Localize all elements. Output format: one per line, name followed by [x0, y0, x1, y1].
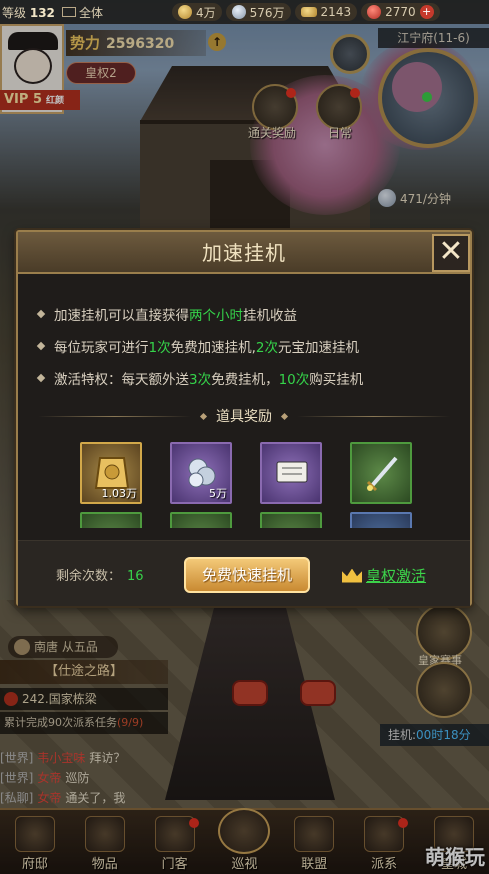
top-status-bar: 等级 132 全体 4万 576万 2143 2770 + [0, 0, 489, 24]
rewards-divider: 道具奖励 [38, 404, 450, 428]
level-label: 等级 [2, 5, 27, 20]
rule-highlight: 2次 [255, 340, 278, 356]
reward-item[interactable] [260, 512, 322, 528]
food-currency[interactable]: 4万 [172, 3, 222, 21]
scroll-book-icon [276, 461, 308, 483]
rule-text: 元宝加速挂机 [277, 340, 359, 356]
rule-highlight: 3次 [189, 372, 212, 388]
reward-item[interactable]: 1.03万 [80, 442, 142, 504]
reward-item[interactable] [170, 512, 232, 528]
rule-highlight: 1次 [148, 340, 171, 356]
crown-icon [342, 568, 362, 583]
rule-text: 免费加速挂机, [170, 340, 256, 356]
silver-icon [231, 5, 246, 19]
remaining-value: 16 [127, 569, 144, 584]
chat-channel-selector[interactable]: 全体 [62, 4, 172, 21]
rule-item: 每位玩家可进行 1次 免费加速挂机, 2次 元宝加速挂机 [36, 330, 458, 362]
red-gem-icon [367, 5, 382, 19]
rule-text: 激活特权：每天额外送 [54, 372, 189, 388]
food-bag-icon [178, 5, 192, 19]
royal-activate-link[interactable]: 皇权激活 [342, 565, 426, 586]
close-button[interactable]: ✕ [432, 234, 470, 272]
gem-currency[interactable]: 2770 + [361, 3, 440, 21]
mail-icon [62, 7, 76, 17]
divider-line [38, 415, 191, 417]
rule-highlight: 两个小时 [189, 308, 243, 324]
royal-activate-text: 皇权激活 [366, 567, 427, 585]
ingot-currency[interactable]: 2143 [294, 3, 358, 21]
reward-item[interactable] [80, 512, 142, 528]
reward-item[interactable] [260, 442, 322, 504]
remaining-count: 剩余次数： 16 [56, 565, 144, 584]
diamond-icon [280, 412, 289, 420]
reward-item[interactable]: 5万 [170, 442, 232, 504]
dialog-title: 加速挂机 [202, 241, 286, 265]
free-speedup-button[interactable]: 免费快速挂机 [184, 557, 310, 593]
rule-item: 激活特权：每天额外送 3次 免费挂机， 10次 购买挂机 [36, 362, 458, 394]
level-value: 132 [29, 5, 55, 20]
sword-icon [366, 456, 398, 492]
food-value: 4万 [196, 5, 216, 20]
bullet-icon [36, 341, 46, 351]
gem-value: 2770 [385, 5, 416, 19]
ingot-icon [300, 7, 317, 17]
rule-text: 免费挂机， [211, 372, 279, 388]
rule-item: 加速挂机可以直接获得 两个小时 挂机收益 [36, 298, 458, 330]
silver-currency[interactable]: 576万 [225, 3, 291, 21]
dialog-header: 加速挂机 ✕ [18, 232, 470, 274]
player-level: 等级 132 [0, 4, 62, 21]
channel-label: 全体 [79, 5, 104, 20]
divider-line [297, 415, 450, 417]
silver-value: 576万 [249, 5, 285, 20]
ingot-value: 2143 [320, 5, 352, 19]
rule-text: 挂机收益 [243, 308, 297, 324]
rule-highlight: 10次 [278, 372, 310, 388]
item-quantity: 1.03万 [101, 487, 138, 500]
rule-text: 购买挂机 [309, 372, 364, 388]
rule-text: 每位玩家可进行 [54, 340, 149, 356]
speed-idle-dialog: 加速挂机 ✕ 加速挂机可以直接获得 两个小时 挂机收益 每位玩家可进行 1次 免费加速挂… [16, 230, 472, 606]
remaining-label: 剩余次数： [56, 569, 122, 584]
diamond-icon [199, 412, 208, 420]
rules-list: 加速挂机可以直接获得 两个小时 挂机收益 每位玩家可进行 1次 免费加速挂机, 2次 元宝加… [36, 298, 458, 394]
bullet-icon [36, 373, 46, 383]
bullet-icon [36, 309, 46, 319]
reward-items: 1.03万 5万 [80, 442, 420, 528]
reward-item[interactable] [350, 442, 412, 504]
dialog-footer: 剩余次数： 16 免费快速挂机 皇权激活 [18, 540, 470, 606]
item-quantity: 5万 [209, 487, 227, 500]
add-gem-icon[interactable]: + [419, 5, 434, 19]
reward-item[interactable] [350, 512, 412, 528]
rule-text: 加速挂机可以直接获得 [54, 308, 189, 324]
rewards-title: 道具奖励 [216, 409, 272, 425]
